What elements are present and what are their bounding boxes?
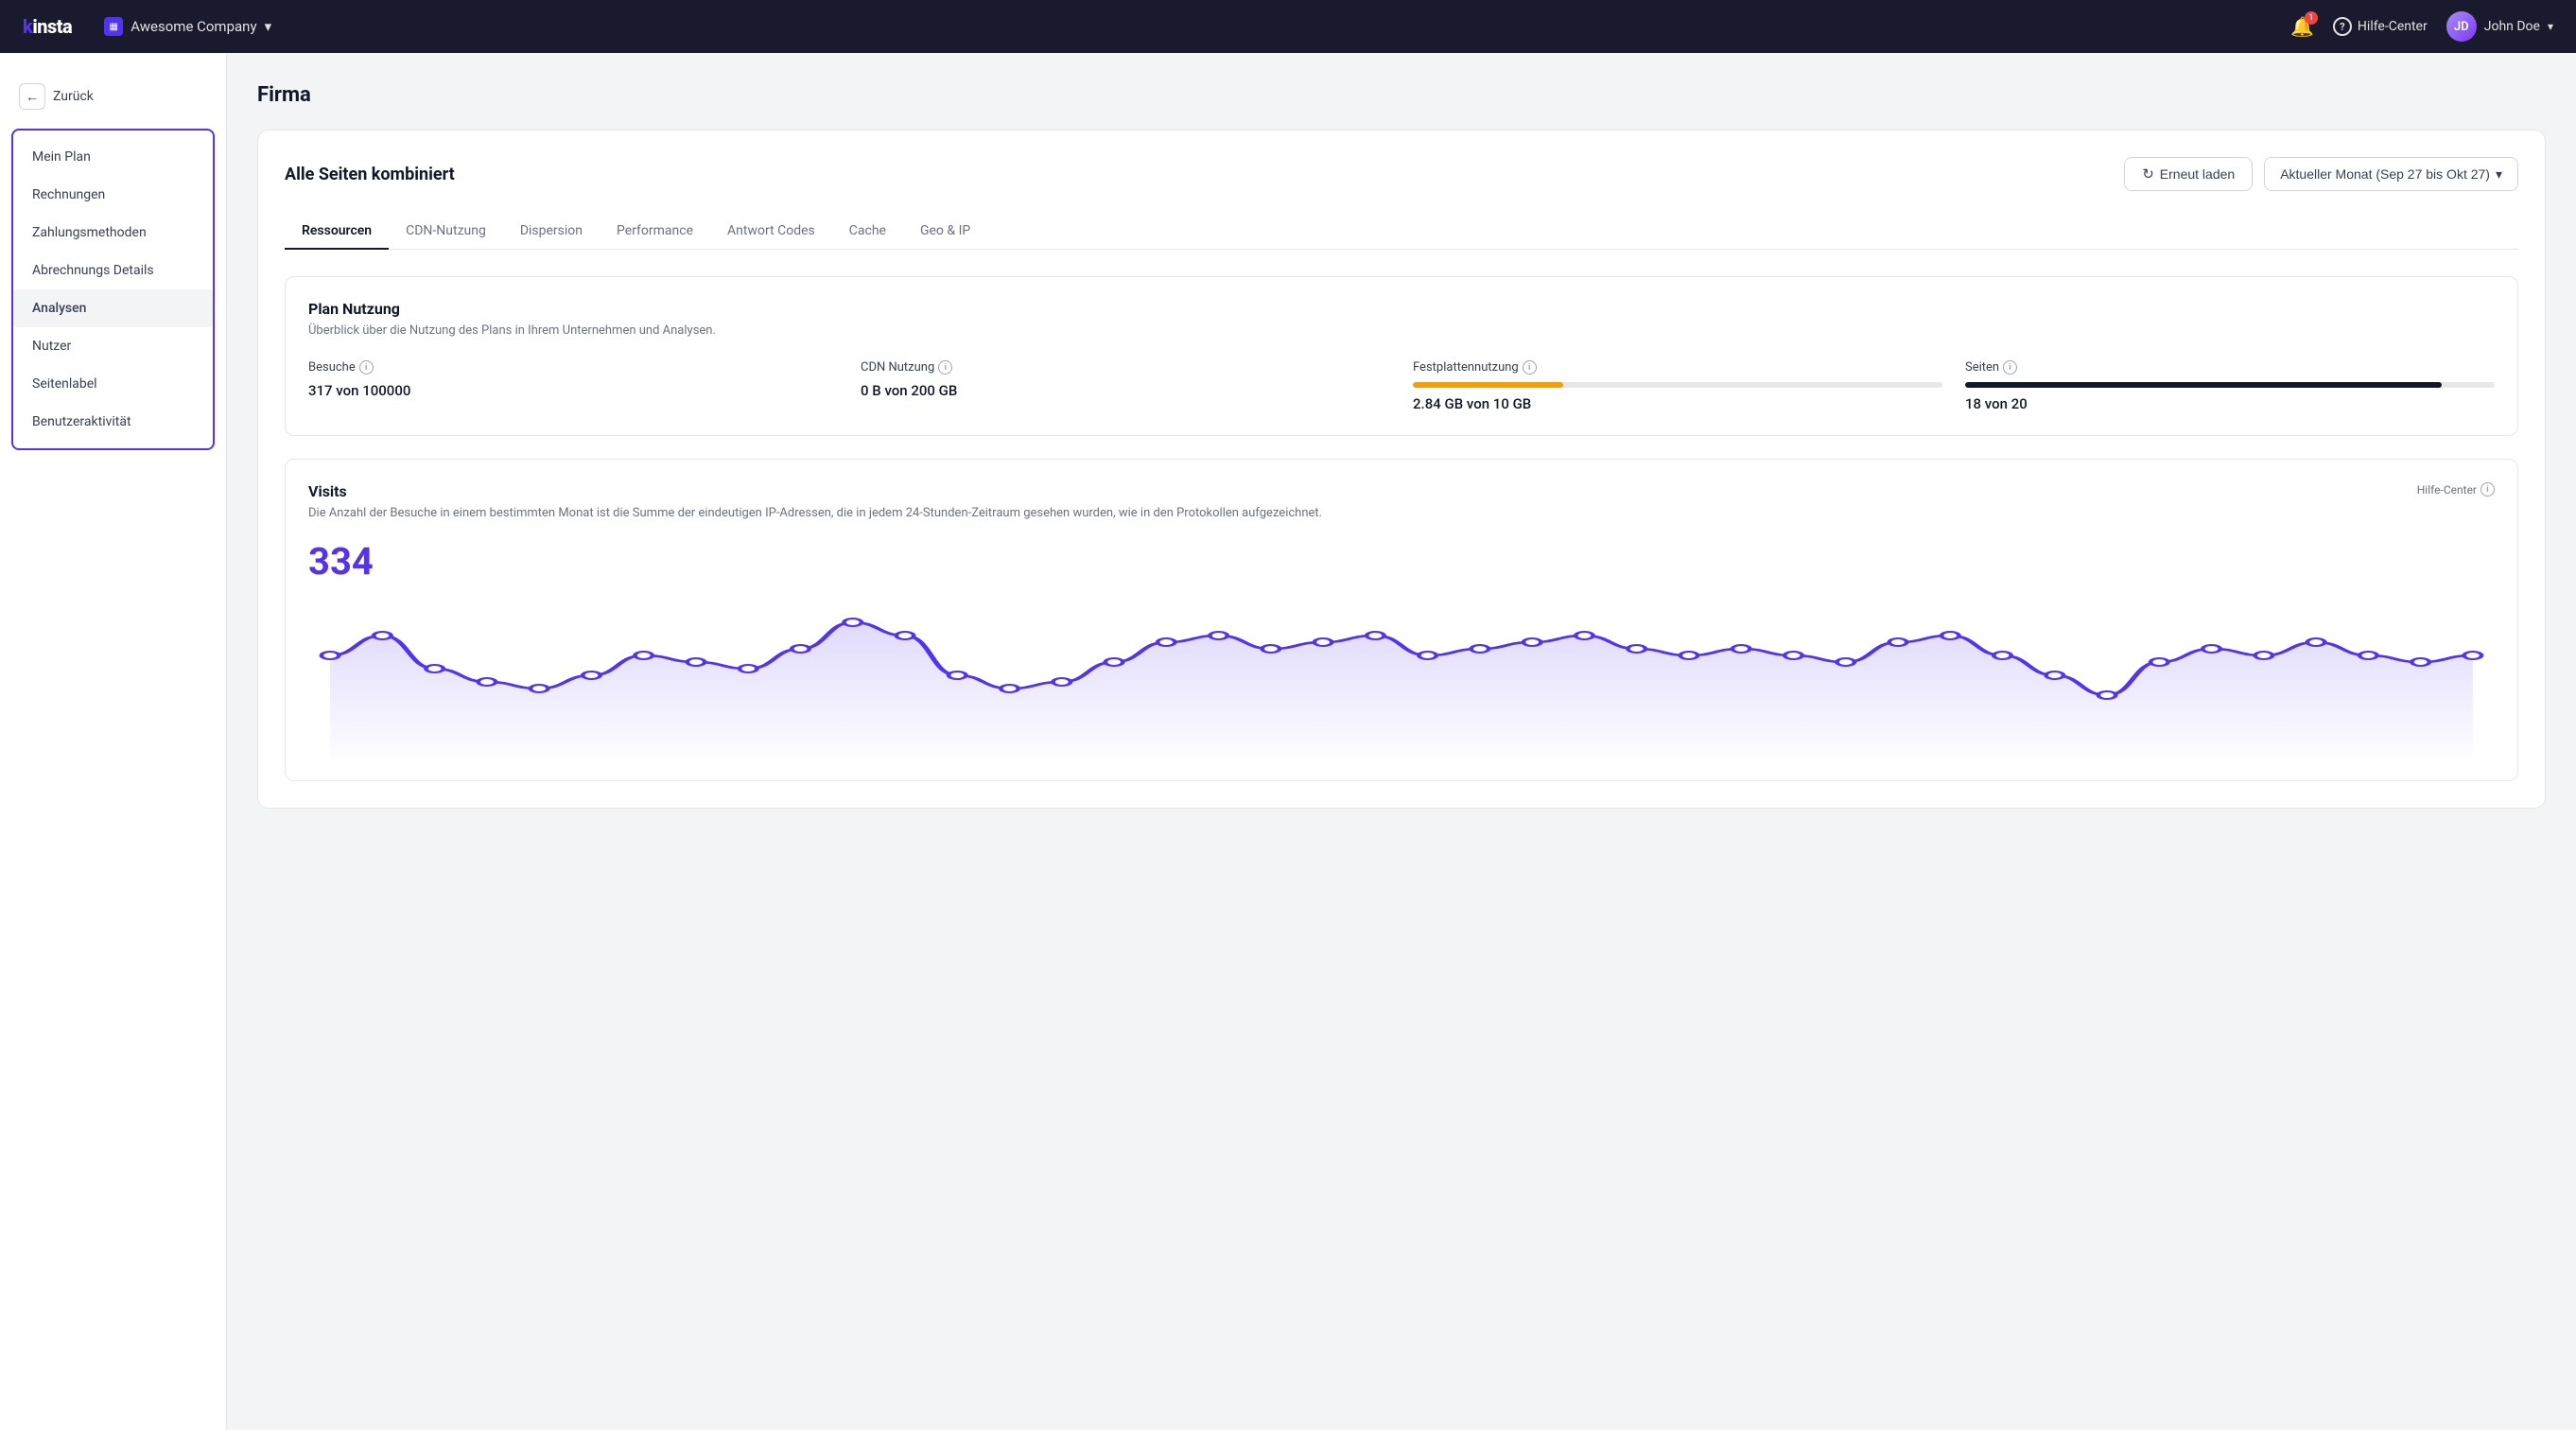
help-label: Hilfe-Center <box>2358 19 2428 34</box>
period-selector[interactable]: Aktueller Monat (Sep 27 bis Okt 27) ▾ <box>2264 157 2518 191</box>
visits-title: Visits <box>308 482 347 500</box>
tab-cache[interactable]: Cache <box>832 214 903 250</box>
seiten-progress-fill <box>1965 382 2442 388</box>
seiten-progress-bar <box>1965 382 2495 388</box>
username: John Doe <box>2484 19 2540 34</box>
card-title: Alle Seiten kombiniert <box>285 165 455 184</box>
back-button[interactable]: ← Zurück <box>0 76 226 129</box>
reload-button[interactable]: ↻ Erneut laden <box>2124 157 2253 191</box>
reload-icon: ↻ <box>2142 166 2154 183</box>
sidebar-item-rechnungen[interactable]: Rechnungen <box>13 176 213 214</box>
analytics-card: Alle Seiten kombiniert ↻ Erneut laden Ak… <box>257 130 2546 809</box>
visits-help-icon: i <box>2480 482 2495 497</box>
tab-geo-ip[interactable]: Geo & IP <box>903 214 987 250</box>
visits-help[interactable]: Hilfe-Center i <box>2417 482 2495 497</box>
metric-cdn: CDN Nutzung i 0 B von 200 GB <box>861 360 1390 412</box>
sidebar-item-analysen[interactable]: Analysen <box>13 289 213 327</box>
company-name: Awesome Company <box>131 18 256 35</box>
tab-antwort-codes[interactable]: Antwort Codes <box>710 214 832 250</box>
topnav-right: 🔔 1 ? Hilfe-Center JD John Doe ▾ <box>2290 11 2553 42</box>
seiten-info-icon[interactable]: i <box>2003 360 2017 375</box>
period-chevron-icon: ▾ <box>2496 166 2502 183</box>
festplatten-progress-fill <box>1413 382 1563 388</box>
festplatten-progress-bar <box>1413 382 1942 388</box>
sidebar: ← Zurück Mein Plan Rechnungen Zahlungsme… <box>0 53 227 1430</box>
metric-seiten: Seiten i 18 von 20 <box>1965 360 2495 412</box>
tab-dispersion[interactable]: Dispersion <box>503 214 600 250</box>
tab-cdn-nutzung[interactable]: CDN-Nutzung <box>389 214 503 250</box>
tab-performance[interactable]: Performance <box>600 214 710 250</box>
seiten-value: 18 von 20 <box>1965 395 2495 412</box>
notification-badge: 1 <box>2305 11 2318 25</box>
user-menu[interactable]: JD John Doe ▾ <box>2446 11 2553 42</box>
user-chevron-icon: ▾ <box>2548 20 2553 33</box>
sidebar-item-seitenlabel[interactable]: Seitenlabel <box>13 365 213 403</box>
card-actions: ↻ Erneut laden Aktueller Monat (Sep 27 b… <box>2124 157 2518 191</box>
sidebar-nav: Mein Plan Rechnungen Zahlungsmethoden Ab… <box>11 129 215 450</box>
visits-count: 334 <box>308 539 2495 584</box>
visits-header: Visits Hilfe-Center i <box>308 482 2495 500</box>
sidebar-item-benutzeraktivitaet[interactable]: Benutzeraktivität <box>13 403 213 441</box>
avatar: JD <box>2446 11 2477 42</box>
back-label: Zurück <box>53 89 94 104</box>
main-content: Firma Alle Seiten kombiniert ↻ Erneut la… <box>227 53 2576 1430</box>
tabs: Ressourcen CDN-Nutzung Dispersion Perfor… <box>285 214 2518 250</box>
help-icon: ? <box>2333 17 2352 36</box>
visits-chart <box>308 606 2495 758</box>
sidebar-item-nutzer[interactable]: Nutzer <box>13 327 213 365</box>
sidebar-item-abrechnungs-details[interactable]: Abrechnungs Details <box>13 252 213 289</box>
card-header: Alle Seiten kombiniert ↻ Erneut laden Ak… <box>285 157 2518 191</box>
company-chevron-icon: ▾ <box>265 18 272 35</box>
help-center-link[interactable]: ? Hilfe-Center <box>2333 17 2428 36</box>
topnav: kinsta ▦ Awesome Company ▾ 🔔 1 ? Hilfe-C… <box>0 0 2576 53</box>
kinsta-logo: kinsta <box>23 15 72 38</box>
plan-metrics: Besuche i 317 von 100000 CDN Nutzung i 0… <box>308 360 2495 412</box>
plan-nutzung-title: Plan Nutzung <box>308 300 2495 318</box>
company-icon: ▦ <box>104 17 123 36</box>
visits-section: Visits Hilfe-Center i Die Anzahl der Bes… <box>285 459 2518 781</box>
page-title: Firma <box>257 83 2546 107</box>
festplatten-value: 2.84 GB von 10 GB <box>1413 395 1942 412</box>
besuche-value: 317 von 100000 <box>308 382 838 399</box>
metric-besuche: Besuche i 317 von 100000 <box>308 360 838 412</box>
back-arrow-icon: ← <box>19 83 45 110</box>
sidebar-item-mein-plan[interactable]: Mein Plan <box>13 138 213 176</box>
metric-festplatten: Festplattennutzung i 2.84 GB von 10 GB <box>1413 360 1942 412</box>
besuche-info-icon[interactable]: i <box>359 360 374 375</box>
company-selector[interactable]: ▦ Awesome Company ▾ <box>95 11 281 42</box>
cdn-value: 0 B von 200 GB <box>861 382 1390 399</box>
tab-ressourcen[interactable]: Ressourcen <box>285 214 389 250</box>
visits-desc: Die Anzahl der Besuche in einem bestimmt… <box>308 506 2058 520</box>
sidebar-item-zahlungsmethoden[interactable]: Zahlungsmethoden <box>13 214 213 252</box>
notifications-bell[interactable]: 🔔 1 <box>2290 15 2314 38</box>
layout: ← Zurück Mein Plan Rechnungen Zahlungsme… <box>0 0 2576 1430</box>
plan-nutzung-section: Plan Nutzung Überblick über die Nutzung … <box>285 276 2518 436</box>
plan-nutzung-desc: Überblick über die Nutzung des Plans in … <box>308 323 2495 338</box>
cdn-info-icon[interactable]: i <box>938 360 952 375</box>
visits-chart-svg <box>308 606 2495 758</box>
festplatten-info-icon[interactable]: i <box>1523 360 1537 375</box>
